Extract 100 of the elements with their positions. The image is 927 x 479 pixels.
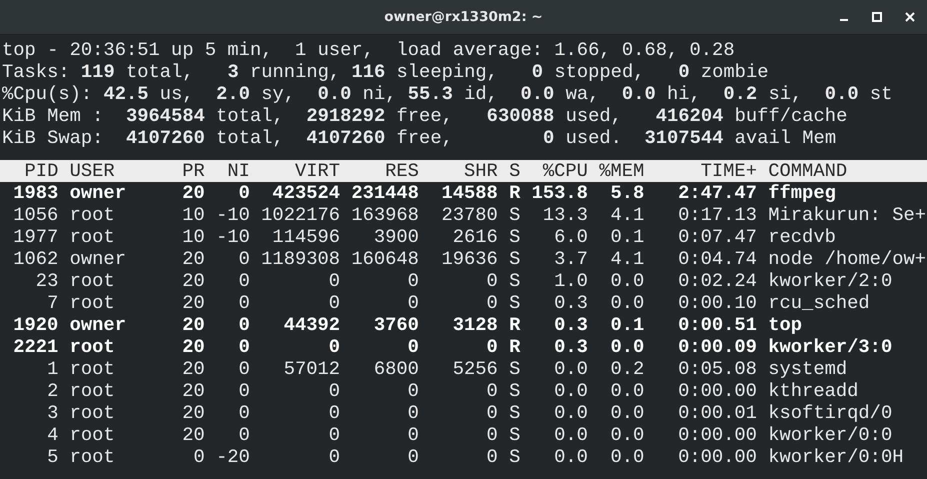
table-cell-text: 0.0: [609, 424, 644, 446]
table-cell-text: 0.1: [609, 226, 644, 248]
table-cell-text: kworker/2:0: [768, 270, 894, 292]
table-cell-text: 0: [486, 446, 498, 468]
table-cell-text: root: [70, 380, 116, 402]
table-cell-text: 14588: [440, 182, 498, 204]
table-cell-text: 3900: [372, 226, 419, 248]
table-cell: S: [509, 446, 520, 468]
table-cell-text: root: [70, 336, 116, 358]
table-cell-text: root: [70, 358, 116, 380]
table-cell-text: 0:02.24: [677, 270, 757, 292]
table-cell: S: [509, 402, 520, 424]
table-cell-text: 0.0: [553, 424, 588, 446]
column-header: PR: [181, 160, 205, 182]
table-cell-text: 2:47.47: [677, 182, 757, 204]
table-cell-text: 0: [486, 402, 498, 424]
table-cell-text: 20: [181, 248, 205, 270]
table-cell-text: 3128: [452, 314, 498, 336]
table-cell: S: [509, 270, 520, 292]
table-cell-text: root: [70, 446, 116, 468]
table-cell-text: 0.3: [553, 314, 588, 336]
table-cell-text: 0.2: [609, 358, 644, 380]
column-header: RES: [384, 160, 419, 182]
column-header: TIME+: [700, 160, 757, 182]
table-cell-text: 0: [486, 292, 498, 314]
table-cell-text: 4.1: [609, 248, 644, 270]
table-cell-text: 20: [181, 182, 205, 204]
table-cell-text: 0: [328, 446, 340, 468]
table-cell-text: 3: [46, 402, 58, 424]
table-cell-text: 0: [406, 336, 419, 358]
table-cell-text: 0.0: [553, 402, 588, 424]
table-cell-text: 0: [328, 424, 340, 446]
table-cell-text: 0: [328, 402, 340, 424]
table-cell-text: kworker/0:0H: [768, 446, 904, 468]
summary-line: KiB Mem : 3964584 total, 2918292 free, 630088 used, 416204 buff/cache: [2, 105, 848, 127]
table-cell-text: 0: [238, 358, 250, 380]
table-cell-text: 0: [238, 270, 250, 292]
table-cell-text: 6800: [372, 358, 419, 380]
table-cell-text: root: [70, 292, 116, 314]
table-cell-text: 0: [238, 248, 250, 270]
table-cell-text: 0: [328, 380, 340, 402]
table-cell-text: 0.0: [553, 358, 588, 380]
column-header: %MEM: [599, 160, 644, 182]
table-cell-text: kthreadd: [768, 380, 860, 402]
table-cell-text: recdvb: [768, 226, 837, 248]
table-cell-text: 0: [406, 424, 419, 446]
table-cell-text: ffmpeg: [768, 182, 837, 204]
table-cell-text: 10: [181, 226, 205, 248]
close-icon[interactable]: [905, 12, 915, 22]
table-cell: -10: [216, 226, 250, 248]
table-cell-text: 0:07.47: [677, 226, 757, 248]
column-header: S: [509, 160, 520, 182]
table-cell: node /home/ow+: [768, 248, 927, 270]
table-cell: -10: [216, 204, 250, 226]
table-cell-text: 0:00.09: [677, 336, 757, 358]
table-cell-text: systemd: [768, 358, 848, 380]
table-cell-text: 0: [328, 336, 340, 358]
table-cell-text: 423524: [271, 182, 340, 204]
table-cell: 231448: [351, 182, 419, 204]
table-cell-text: 0:00.00: [677, 446, 757, 468]
table-cell-text: 3760: [372, 314, 419, 336]
table-cell-text: 0: [486, 336, 498, 358]
table-cell-text: 0.0: [609, 402, 644, 424]
table-cell-text: 0.0: [553, 446, 588, 468]
table-cell: S: [509, 226, 520, 248]
table-cell-text: 0: [238, 182, 250, 204]
table-cell-text: 5: [46, 446, 58, 468]
maximize-icon[interactable]: [872, 12, 882, 22]
table-cell-text: 5.8: [609, 182, 644, 204]
table-cell: S: [509, 358, 520, 380]
table-cell-text: owner: [70, 314, 127, 336]
table-cell: S: [509, 424, 520, 446]
table-cell-text: 4.1: [609, 204, 644, 226]
table-cell-text: 0: [486, 380, 498, 402]
table-cell-text: 0: [486, 270, 498, 292]
table-cell-text: 1.0: [553, 270, 588, 292]
table-cell-text: 6.0: [553, 226, 588, 248]
table-cell-text: 1062: [12, 248, 58, 270]
table-cell-text: 20: [181, 402, 205, 424]
table-cell: R: [509, 314, 520, 336]
summary-line: top - 20:36:51 up 5 min, 1 user, load average: 1.66, 0.68, 0.28: [2, 39, 736, 61]
table-cell-text: 0.0: [609, 292, 644, 314]
table-cell-text: 20: [181, 358, 205, 380]
table-cell-text: 0: [328, 270, 340, 292]
table-cell-text: 0.1: [609, 314, 644, 336]
table-cell: S: [509, 292, 520, 314]
table-cell-text: 1: [46, 358, 58, 380]
table-cell-text: kworker/0:0: [768, 424, 894, 446]
table-cell-text: 20: [181, 380, 205, 402]
table-cell-text: 0:00.51: [677, 314, 757, 336]
table-cell-text: 0:04.74: [677, 248, 757, 270]
table-cell-text: 0: [238, 424, 250, 446]
table-cell: S: [509, 248, 520, 270]
column-header: NI: [226, 160, 250, 182]
table-cell-text: 0:00.00: [677, 424, 757, 446]
table-cell-text: 13.3: [542, 204, 588, 226]
table-cell-text: 0:00.10: [677, 292, 757, 314]
table-cell-text: 7: [46, 292, 58, 314]
table-cell: R: [509, 336, 520, 358]
column-header: USER: [70, 160, 116, 182]
